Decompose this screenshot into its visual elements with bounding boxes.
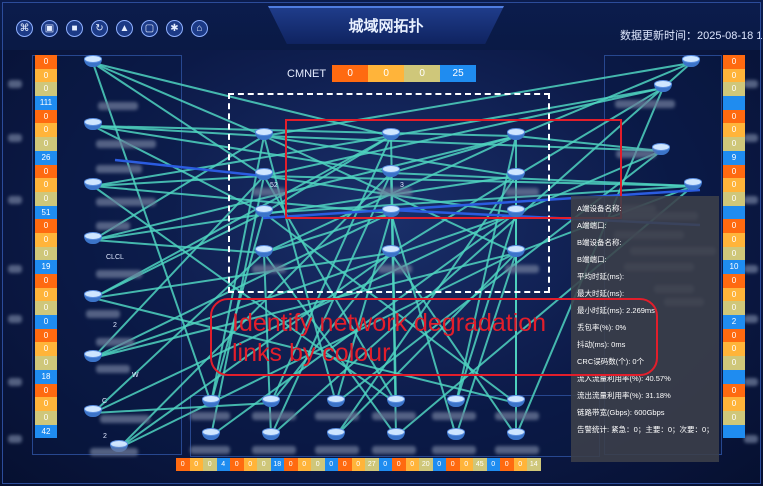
topology-screen: 城域网拓扑 ⌘ ▣ ■ ↻ ▲ ▢ ✱ ⌂ 数据更新时间：2025-08-18 … [0, 0, 763, 486]
screen-frame [2, 2, 761, 484]
